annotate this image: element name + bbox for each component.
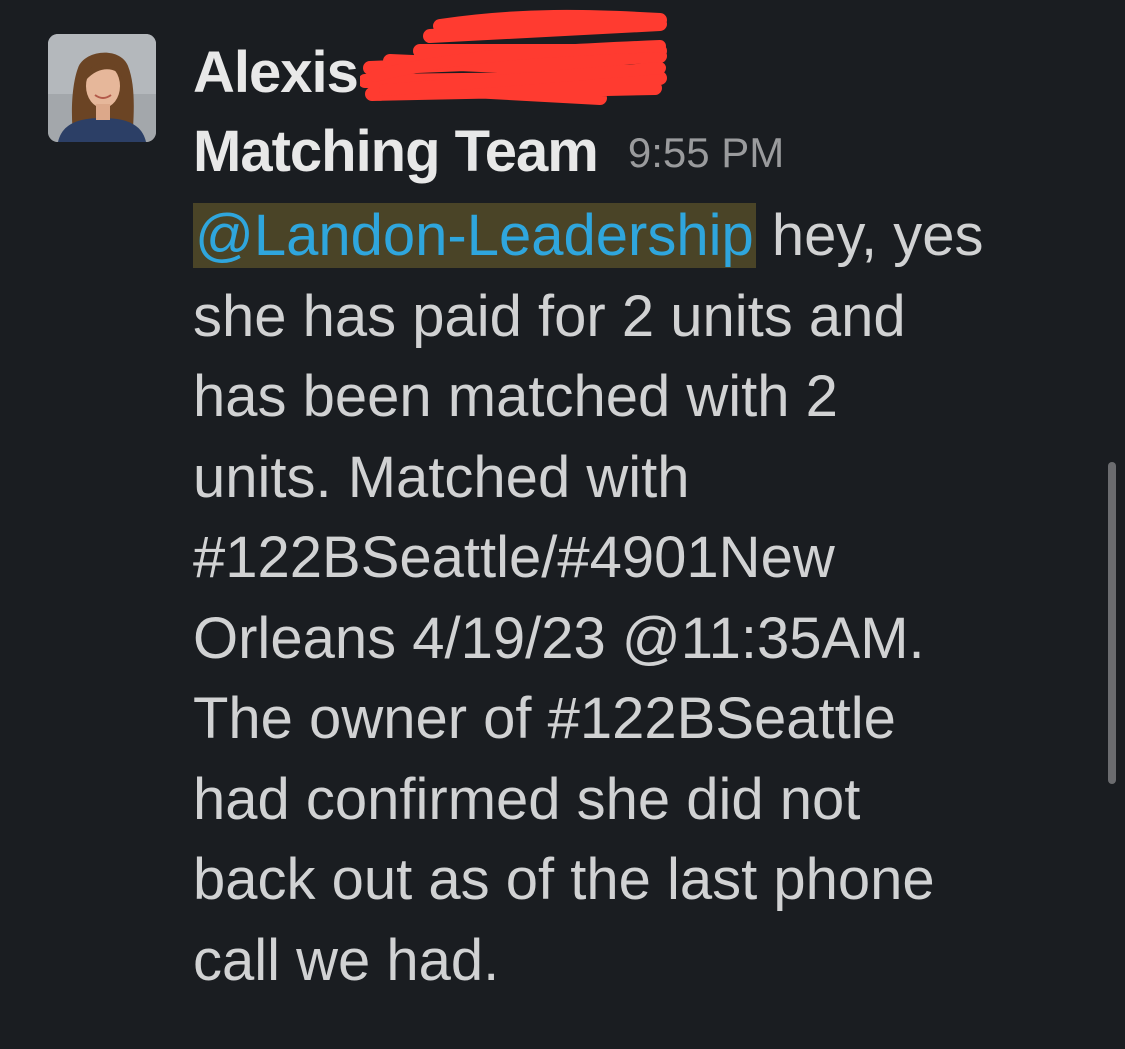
- redaction-scribble-icon: [360, 9, 667, 105]
- sender-name[interactable]: Alexis: [193, 38, 359, 108]
- message-text: hey, yes she has paid for 2 units and ha…: [193, 203, 984, 993]
- message-body: @Landon-Leadership hey, yes she has paid…: [193, 196, 1093, 1001]
- scrollbar[interactable]: [1108, 462, 1116, 784]
- sender-team: Matching Team: [193, 119, 599, 184]
- sender-meta: Matching Team 9:55 PM: [193, 117, 784, 202]
- message-timestamp[interactable]: 9:55 PM: [628, 129, 784, 176]
- message: Alexis Matching Team 9:55 PM @Landon-Lead…: [0, 0, 1125, 1049]
- avatar[interactable]: [48, 34, 156, 142]
- avatar-photo-icon: [48, 34, 156, 142]
- user-mention[interactable]: @Landon-Leadership: [193, 203, 756, 268]
